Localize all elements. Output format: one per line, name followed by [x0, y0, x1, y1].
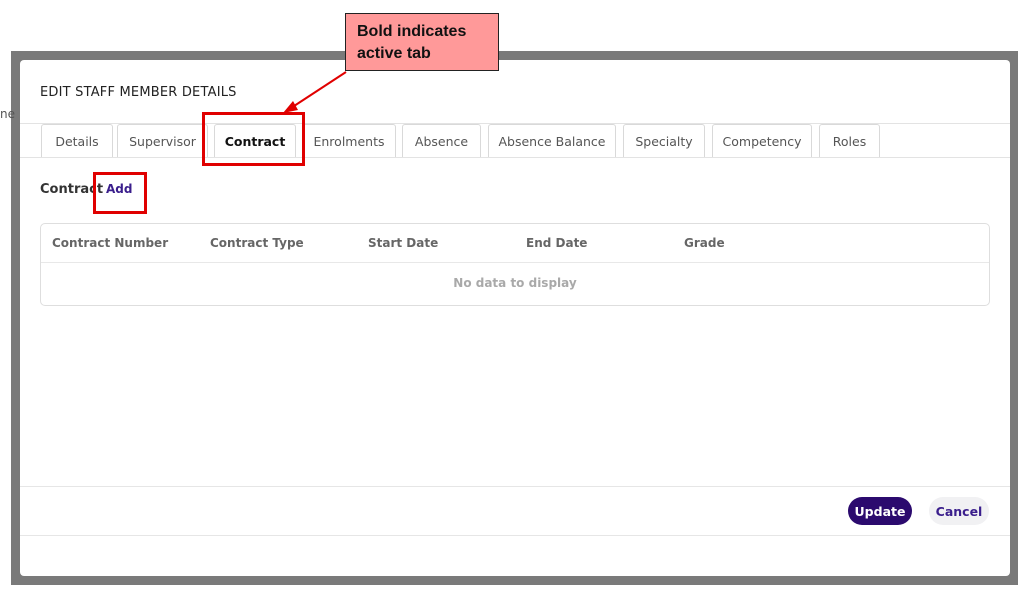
- tab-competency[interactable]: Competency: [712, 124, 812, 157]
- table-divider: [41, 262, 989, 263]
- annotation-callout: Bold indicates active tab: [345, 13, 499, 71]
- add-link-highlight: [93, 172, 147, 214]
- column-header-contract-number[interactable]: Contract Number: [52, 236, 168, 250]
- contract-table: Contract Number Contract Type Start Date…: [40, 223, 990, 306]
- cancel-button[interactable]: Cancel: [929, 497, 989, 525]
- update-button[interactable]: Update: [848, 497, 912, 525]
- footer-bottom-divider: [20, 535, 1010, 536]
- tab-bar: Details Supervisor Contract Enrolments A…: [20, 123, 1010, 158]
- column-header-contract-type[interactable]: Contract Type: [210, 236, 304, 250]
- active-tab-highlight: [202, 112, 305, 166]
- edit-staff-modal: EDIT STAFF MEMBER DETAILS Details Superv…: [20, 60, 1010, 576]
- footer-divider: [20, 486, 1010, 487]
- column-header-end-date[interactable]: End Date: [526, 236, 587, 250]
- column-header-start-date[interactable]: Start Date: [368, 236, 438, 250]
- tab-roles[interactable]: Roles: [819, 124, 880, 157]
- tab-enrolments[interactable]: Enrolments: [302, 124, 396, 157]
- tab-supervisor[interactable]: Supervisor: [117, 124, 208, 157]
- tab-details[interactable]: Details: [41, 124, 113, 157]
- empty-message: No data to display: [453, 276, 577, 290]
- tab-absence[interactable]: Absence: [402, 124, 481, 157]
- tab-absence-balance[interactable]: Absence Balance: [488, 124, 616, 157]
- modal-title: EDIT STAFF MEMBER DETAILS: [40, 85, 237, 100]
- tab-specialty[interactable]: Specialty: [623, 124, 705, 157]
- column-header-grade[interactable]: Grade: [684, 236, 725, 250]
- background-text: ne: [0, 107, 15, 121]
